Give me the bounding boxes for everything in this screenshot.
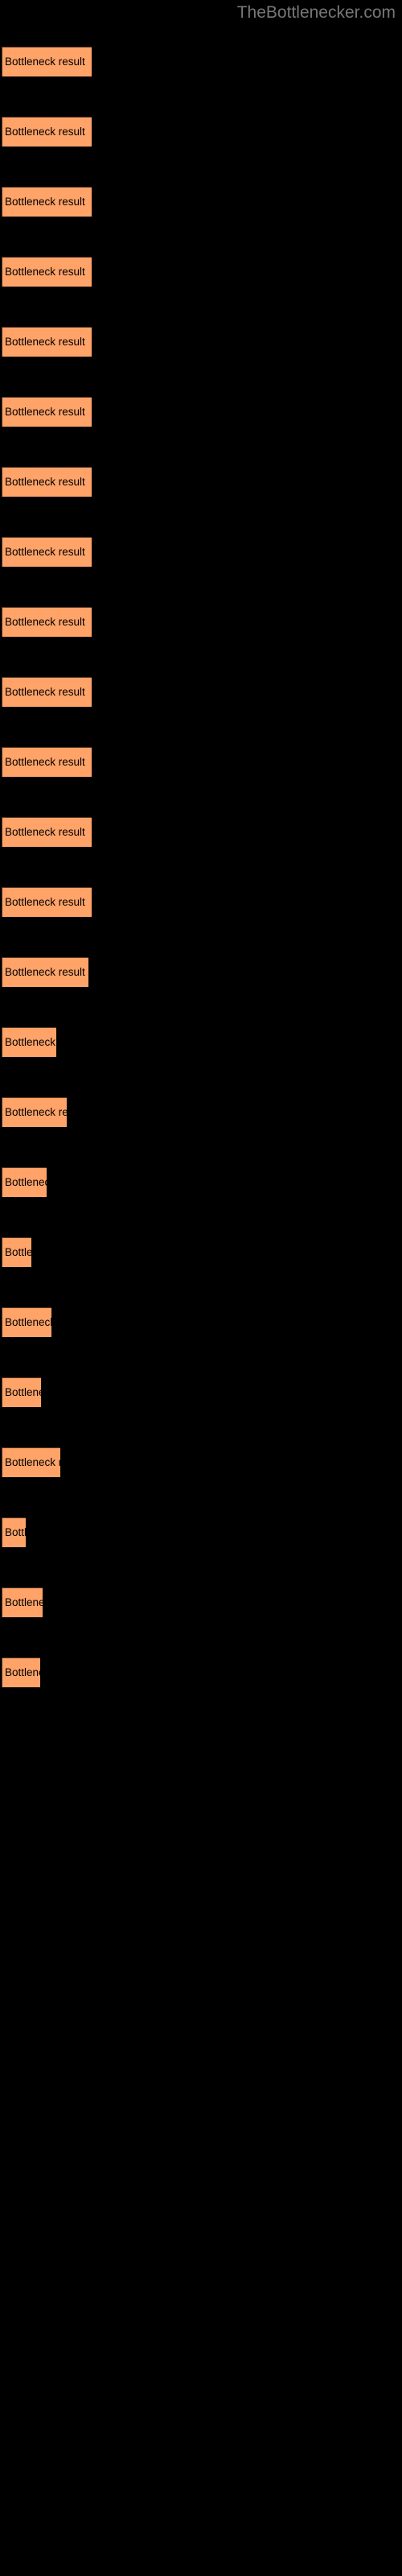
- bar-row: Bottleneck result: [0, 1587, 402, 1617]
- bar[interactable]: Bottleneck result: [2, 537, 92, 567]
- bar[interactable]: Bottleneck result: [2, 887, 92, 917]
- bar-label: Bottleneck result: [5, 1036, 56, 1048]
- bar[interactable]: Bottleneck result: [2, 1307, 51, 1337]
- bar-row: Bottleneck result: [0, 187, 402, 217]
- bar[interactable]: Bottleneck result: [2, 1237, 31, 1267]
- bar[interactable]: Bottleneck result: [2, 677, 92, 707]
- bar-row: Bottleneck result: [0, 887, 402, 917]
- bar-label: Bottleneck result: [5, 406, 85, 418]
- bar[interactable]: Bottleneck result: [2, 397, 92, 427]
- bar-row: Bottleneck result: [0, 327, 402, 357]
- bar[interactable]: Bottleneck result: [2, 1167, 47, 1197]
- bar-label: Bottleneck result: [5, 686, 85, 698]
- bar-label: Bottleneck result: [5, 1596, 43, 1608]
- bar-label: Bottleneck result: [5, 1246, 31, 1258]
- bar[interactable]: Bottleneck result: [2, 1377, 41, 1407]
- bar-row: Bottleneck result: [0, 747, 402, 777]
- bar[interactable]: Bottleneck result: [2, 747, 92, 777]
- bar-label: Bottleneck result: [5, 1176, 47, 1188]
- bar-row: Bottleneck result: [0, 1167, 402, 1197]
- bar[interactable]: Bottleneck result: [2, 117, 92, 147]
- bar-label: Bottleneck result: [5, 1386, 41, 1398]
- bar-label: Bottleneck result: [5, 1106, 67, 1118]
- bar-row: Bottleneck result: [0, 1027, 402, 1057]
- bar[interactable]: Bottleneck result: [2, 1657, 40, 1687]
- bar-row: Bottleneck result: [0, 537, 402, 567]
- bar-chart: Bottleneck result Bottleneck result Bottle…: [0, 0, 402, 2576]
- bar[interactable]: Bottleneck result: [2, 1587, 43, 1617]
- bar[interactable]: Bottleneck result: [2, 1517, 26, 1547]
- bottleneck-chart-page: TheBottlenecker.com Bottleneck result Bot…: [0, 0, 402, 2576]
- bar[interactable]: Bottleneck result: [2, 187, 92, 217]
- bar-row: Bottleneck result: [0, 1517, 402, 1547]
- bar[interactable]: Bottleneck result: [2, 607, 92, 637]
- bar-row: Bottleneck result: [0, 957, 402, 987]
- bar-label: Bottleneck result: [5, 126, 85, 138]
- bar-label: Bottleneck result: [5, 616, 85, 628]
- bar-label: Bottleneck result: [5, 266, 85, 278]
- bar-label: Bottleneck result: [5, 1526, 26, 1538]
- bar-label: Bottleneck result: [5, 1316, 51, 1328]
- bar-row: Bottleneck result: [0, 1307, 402, 1337]
- bar-row: Bottleneck result: [0, 1377, 402, 1407]
- bar-row: Bottleneck result: [0, 1657, 402, 1687]
- bar-label: Bottleneck result: [5, 196, 85, 208]
- bar[interactable]: Bottleneck result: [2, 1097, 67, 1127]
- bar-row: Bottleneck result: [0, 47, 402, 76]
- bar[interactable]: Bottleneck result: [2, 1027, 56, 1057]
- bar[interactable]: Bottleneck result: [2, 957, 88, 987]
- bar[interactable]: Bottleneck result: [2, 817, 92, 847]
- bar-row: Bottleneck result: [0, 1097, 402, 1127]
- bar-label: Bottleneck result: [5, 1666, 40, 1678]
- bar[interactable]: Bottleneck result: [2, 257, 92, 287]
- bar-row: Bottleneck result: [0, 257, 402, 287]
- bar-row: Bottleneck result: [0, 117, 402, 147]
- bar[interactable]: Bottleneck result: [2, 467, 92, 497]
- bar[interactable]: Bottleneck result: [2, 1447, 60, 1477]
- bar-row: Bottleneck result: [0, 467, 402, 497]
- bar[interactable]: Bottleneck result: [2, 327, 92, 357]
- bar-label: Bottleneck result: [5, 336, 85, 348]
- bar-row: Bottleneck result: [0, 1237, 402, 1267]
- bar-row: Bottleneck result: [0, 1447, 402, 1477]
- bar-label: Bottleneck result: [5, 896, 85, 908]
- bar-label: Bottleneck result: [5, 56, 85, 68]
- bar-label: Bottleneck result: [5, 476, 85, 488]
- bar-label: Bottleneck result: [5, 546, 85, 558]
- bar-row: Bottleneck result: [0, 817, 402, 847]
- bar-label: Bottleneck result: [5, 966, 85, 978]
- bar-label: Bottleneck result: [5, 826, 85, 838]
- bar-row: Bottleneck result: [0, 677, 402, 707]
- bar-row: Bottleneck result: [0, 607, 402, 637]
- bar[interactable]: Bottleneck result: [2, 47, 92, 76]
- bar-label: Bottleneck result: [5, 1456, 60, 1468]
- bar-row: Bottleneck result: [0, 397, 402, 427]
- bar-label: Bottleneck result: [5, 756, 85, 768]
